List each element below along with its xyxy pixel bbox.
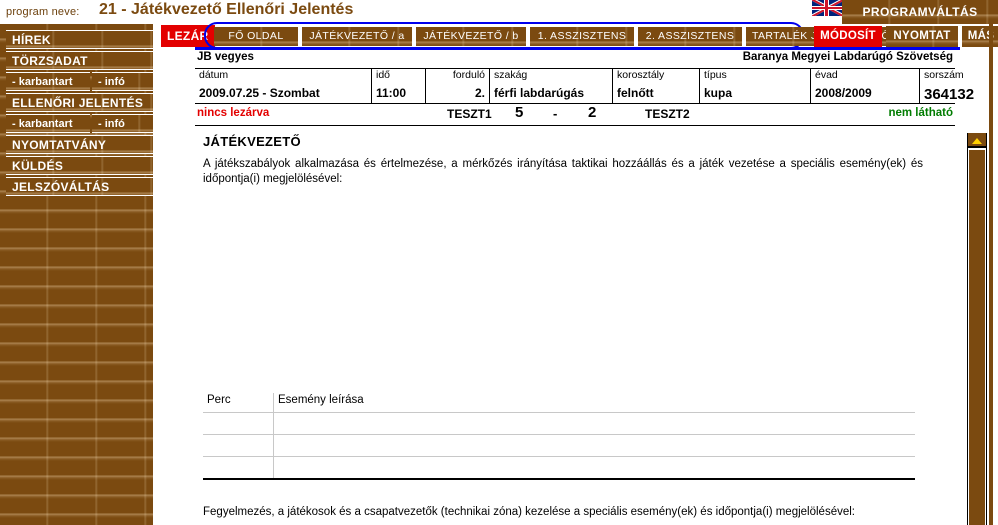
sidebar-item-jelszovaltas[interactable]: JELSZÓVÁLTÁS xyxy=(6,177,153,196)
col-header-szakag: szakág xyxy=(489,69,613,86)
home-goals: 5 xyxy=(515,104,524,121)
scrollbar-thumb[interactable] xyxy=(969,150,985,525)
col-header-sorszam: sorszám xyxy=(924,69,964,81)
value-tipus: kupa xyxy=(699,86,811,104)
modify-button[interactable]: MÓDOSÍT xyxy=(814,26,882,47)
col-header-korosztaly: korosztály xyxy=(612,69,700,86)
value-evad: 2008/2009 xyxy=(810,86,920,104)
program-name-label: program neve: xyxy=(6,6,80,18)
tab-1-asszisztens[interactable]: 1. ASSZISZTENS xyxy=(530,27,634,46)
tab-jatekvezeto-a[interactable]: JÁTÉKVEZETŐ / a xyxy=(302,27,412,46)
event-minute-cell[interactable] xyxy=(203,456,274,480)
score-separator: - xyxy=(553,106,558,121)
home-team-label: TESZT1 xyxy=(447,107,492,121)
table-value-row: 2009.07.25 - Szombat 11:00 2. férfi labd… xyxy=(195,86,974,104)
tab-jatekvezeto-b[interactable]: JÁTÉKVEZETŐ / b xyxy=(416,27,526,46)
event-minute-cell[interactable] xyxy=(203,434,274,457)
away-team-label: TESZT2 xyxy=(645,107,690,121)
section-title: JÁTÉKVEZETŐ xyxy=(203,134,301,149)
value-datum: 2009.07.25 - Szombat xyxy=(195,86,372,104)
col-header-tipus: típus xyxy=(699,69,811,86)
value-fordulo: 2. xyxy=(425,86,490,104)
event-description-cell[interactable] xyxy=(273,456,915,480)
match-meta-header: JB vegyes Baranya Megyei Labdarúgó Szöve… xyxy=(195,50,955,69)
tab-group: FŐ OLDAL JÁTÉKVEZETŐ / a JÁTÉKVEZETŐ / b… xyxy=(204,22,896,49)
tab-fo-oldal[interactable]: FŐ OLDAL xyxy=(214,27,298,46)
sidebar-item-hirek[interactable]: HÍREK xyxy=(6,30,153,49)
right-edge-strip xyxy=(989,24,993,525)
events-col-header-perc: Perc xyxy=(203,393,274,413)
table-row xyxy=(203,434,915,457)
section-intro-text: A játékszabályok alkalmazása és értelmez… xyxy=(203,158,923,185)
group-label: JB vegyes xyxy=(197,51,254,63)
events-col-header-leiras: Esemény leírása xyxy=(273,393,915,413)
page-title: 21 - Játékvezető Ellenőri Jelentés xyxy=(99,1,354,18)
program-switch-button[interactable]: PROGRAMVÁLTÁS xyxy=(842,0,998,24)
col-header-evad: évad xyxy=(810,69,920,86)
events-header-row: Perc Esemény leírása xyxy=(203,393,915,413)
sidebar-item-nyomtatvany[interactable]: NYOMTATVÁNY xyxy=(6,135,153,154)
event-minute-cell[interactable] xyxy=(203,412,274,435)
triangle-up-icon xyxy=(972,138,982,144)
sidebar-item-jelentes-karbantart[interactable]: - karbantart xyxy=(6,114,90,133)
col-header-fordulo: forduló xyxy=(425,69,490,86)
event-description-cell[interactable] xyxy=(273,412,915,435)
union-jack-flag-icon[interactable] xyxy=(812,0,842,16)
scroll-up-button[interactable] xyxy=(968,133,986,148)
table-row xyxy=(203,456,915,480)
print-button[interactable]: NYOMTAT xyxy=(886,26,958,47)
sidebar: HÍREK TÖRZSADAT - karbantart - infó ELLE… xyxy=(0,24,153,525)
away-goals: 2 xyxy=(588,104,597,121)
value-szakag: férfi labdarúgás xyxy=(489,86,613,104)
federation-label: Baranya Megyei Labdarúgó Szövetség xyxy=(742,51,953,63)
value-sorszam: 364132 xyxy=(919,86,974,104)
sidebar-item-ellenori-jelentes[interactable]: ELLENŐRI JELENTÉS xyxy=(6,93,153,112)
sidebar-item-kuldes[interactable]: KÜLDÉS xyxy=(6,156,153,175)
top-bar: program neve: 21 - Játékvezető Ellenőri … xyxy=(0,0,998,24)
table-row xyxy=(203,412,915,435)
sidebar-item-torzsadat-karbantart[interactable]: - karbantart xyxy=(6,72,90,91)
sidebar-item-torzsadat[interactable]: TÖRZSADAT xyxy=(6,51,153,70)
sidebar-item-jelentes-info[interactable]: - infó xyxy=(92,114,153,133)
table-header-row: dátum idő forduló szakág korosztály típu… xyxy=(195,69,964,86)
sidebar-item-torzsadat-info[interactable]: - infó xyxy=(92,72,153,91)
events-table: Perc Esemény leírása xyxy=(203,393,915,480)
tab-2-asszisztens[interactable]: 2. ASSZISZTENS xyxy=(638,27,742,46)
col-header-datum: dátum xyxy=(195,69,372,86)
status-badge-hidden: nem látható xyxy=(888,107,953,119)
vertical-scrollbar[interactable] xyxy=(967,133,987,525)
event-description-cell[interactable] xyxy=(273,434,915,457)
match-info-table: dátum idő forduló szakág korosztály típu… xyxy=(195,69,974,104)
main-content: JB vegyes Baranya Megyei Labdarúgó Szöve… xyxy=(195,50,974,525)
col-header-ido: idő xyxy=(371,69,426,86)
value-ido: 11:00 xyxy=(371,86,426,104)
score-row: nincs lezárva TESZT1 5 - 2 TESZT2 nem lá… xyxy=(195,104,955,126)
status-badge-open: nincs lezárva xyxy=(197,107,270,119)
value-korosztaly: felnőtt xyxy=(612,86,700,104)
discipline-section-text: Fegyelmezés, a játékosok és a csapatveze… xyxy=(203,506,855,518)
